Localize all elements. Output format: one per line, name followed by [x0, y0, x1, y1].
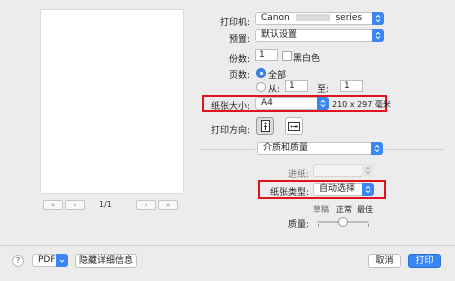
quality-draft-label: 草稿	[313, 205, 329, 214]
printer-name-redaction	[295, 14, 330, 21]
previous-page-button[interactable]: ‹	[65, 200, 85, 210]
section-value: 介质和质量	[263, 143, 309, 153]
chevron-updown-icon	[371, 142, 383, 155]
pages-all-radio[interactable]	[256, 68, 266, 78]
pages-from-label: 从:	[268, 85, 281, 95]
pages-to-label: 至:	[317, 85, 330, 95]
media-type-label: 纸张类型:	[269, 188, 309, 198]
paper-size-value: A4	[261, 98, 273, 108]
help-icon: ?	[15, 256, 21, 265]
quality-high-label: 最佳	[357, 205, 373, 214]
printer-label: 打印机:	[219, 18, 250, 28]
footer-divider	[0, 245, 455, 246]
next-page-button[interactable]: ›	[136, 200, 156, 210]
quality-tick	[318, 224, 319, 227]
print-button[interactable]: 打印	[408, 254, 441, 268]
first-page-button[interactable]: «	[43, 200, 63, 210]
copies-label: 份数:	[228, 55, 250, 65]
cancel-button[interactable]: 取消	[368, 254, 401, 268]
help-button[interactable]: ?	[12, 255, 24, 267]
chevron-down-icon	[56, 254, 68, 267]
hide-details-button[interactable]: 隐藏详细信息	[75, 254, 137, 268]
chevron-updown-icon	[362, 164, 374, 177]
presets-value: 默认设置	[261, 30, 298, 40]
presets-popup[interactable]: 默认设置	[255, 29, 384, 42]
paper-dimensions: 210 x 297 毫米	[332, 100, 391, 109]
quality-tick	[368, 224, 369, 227]
page-indicator: 1/1	[99, 200, 112, 209]
landscape-icon	[288, 122, 300, 131]
feed-popup	[313, 164, 374, 177]
pdf-menu-button[interactable]: PDF	[32, 254, 68, 267]
copies-field[interactable]: 1	[255, 49, 278, 61]
preview-nav-back-group: « ‹	[43, 200, 85, 210]
page-preview	[41, 10, 183, 193]
paper-size-label: 纸张大小:	[210, 102, 250, 112]
media-type-popup[interactable]: 自动选择	[313, 183, 374, 196]
chevron-updown-icon	[372, 12, 384, 25]
last-page-button[interactable]: »	[158, 200, 178, 210]
pdf-label: PDF	[38, 255, 56, 265]
feed-label: 进纸:	[287, 170, 309, 180]
section-divider-left	[200, 149, 255, 150]
portrait-orientation-button[interactable]	[256, 117, 274, 135]
section-popup[interactable]: 介质和质量	[257, 142, 383, 155]
pages-range-radio[interactable]	[256, 82, 266, 92]
landscape-orientation-button[interactable]	[285, 117, 303, 135]
pages-all-label: 全部	[268, 71, 287, 81]
media-type-value: 自动选择	[319, 184, 356, 194]
printer-brand: Canon	[261, 13, 290, 23]
section-divider-right	[385, 149, 445, 150]
quality-slider-knob[interactable]	[338, 217, 348, 227]
printer-popup[interactable]: Canon series	[255, 12, 384, 25]
pages-from-field[interactable]: 1	[285, 80, 308, 92]
chevron-updown-icon	[372, 29, 384, 42]
quality-standard-label: 正常	[336, 205, 352, 214]
quality-label: 质量:	[287, 220, 309, 230]
black-white-label: 黑白色	[293, 54, 321, 64]
portrait-icon	[261, 120, 270, 132]
orientation-label: 打印方向:	[210, 126, 250, 136]
pages-label: 页数:	[228, 71, 250, 81]
chevron-updown-icon	[317, 97, 329, 110]
presets-label: 预置:	[228, 35, 250, 45]
black-white-checkbox[interactable]	[282, 51, 292, 61]
printer-model: series	[335, 13, 363, 23]
chevron-updown-icon	[362, 183, 374, 196]
pages-to-field[interactable]: 1	[340, 80, 363, 92]
paper-size-popup[interactable]: A4	[255, 97, 329, 110]
preview-nav-forward-group: › »	[136, 200, 178, 210]
